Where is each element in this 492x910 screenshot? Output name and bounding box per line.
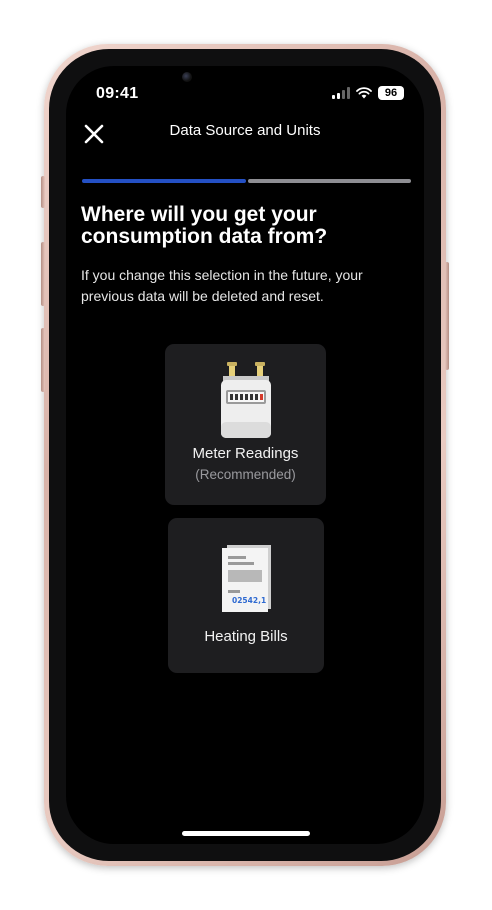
status-time: 09:41 — [96, 85, 139, 102]
volume-up-button — [41, 242, 45, 306]
progress-step-remaining — [247, 179, 411, 183]
cellular-signal-icon — [332, 87, 350, 99]
heating-bills-option[interactable]: 02542,1 Heating Bills — [168, 518, 324, 673]
recommended-label: (Recommended) — [195, 467, 296, 482]
volume-down-button — [41, 328, 45, 392]
question-heading: Where will you get your consumption data… — [81, 203, 328, 248]
heating-bills-label: Heating Bills — [204, 628, 288, 645]
battery-indicator: 96 — [378, 86, 404, 100]
screen: 09:41 96 Data Source and Units Where wil… — [66, 66, 424, 844]
gas-meter-icon — [221, 362, 271, 438]
step-progress-bar — [82, 179, 411, 183]
bill-document-icon: 02542,1 — [222, 545, 271, 612]
meter-readings-label: Meter Readings — [192, 445, 299, 462]
action-button — [41, 176, 45, 208]
camera-icon — [182, 72, 192, 82]
power-button — [445, 262, 449, 370]
wifi-icon — [356, 87, 372, 99]
warning-note: If you change this selection in the futu… — [81, 267, 363, 304]
progress-step-completed — [82, 179, 246, 183]
bill-amount: 02542,1 — [232, 596, 266, 605]
page-title: Data Source and Units — [169, 122, 321, 139]
status-icons: 96 — [332, 86, 404, 100]
home-indicator[interactable] — [182, 831, 310, 836]
meter-readings-option[interactable]: Meter Readings (Recommended) — [165, 344, 326, 505]
